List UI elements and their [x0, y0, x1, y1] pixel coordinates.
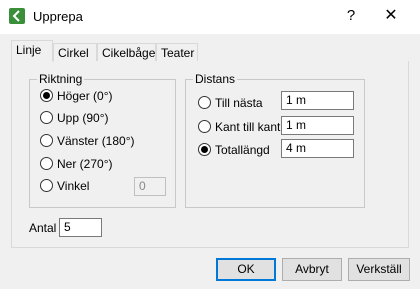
radio-right[interactable]: Höger (0°): [40, 88, 170, 104]
tab-label: Linje: [16, 43, 42, 57]
direction-group-label: Riktning: [37, 72, 85, 86]
radio-label: Totallängd: [215, 143, 270, 157]
app-icon: [9, 8, 25, 24]
angle-input[interactable]: 0: [134, 177, 166, 196]
count-label: Antal: [29, 221, 57, 235]
radio-down[interactable]: Ner (270°): [40, 156, 170, 172]
apply-button[interactable]: Verkställ: [348, 258, 410, 281]
edge-to-edge-input[interactable]: 1 m: [281, 116, 354, 135]
close-button[interactable]: ✕: [382, 6, 400, 26]
radio-button[interactable]: [40, 111, 53, 124]
radio-button[interactable]: [40, 179, 53, 192]
radio-label: Höger (0°): [57, 89, 113, 103]
radio-label: Vänster (180°): [57, 134, 135, 148]
tab-label: Cikelbåge: [102, 46, 156, 60]
tab-cirkel[interactable]: Cirkel: [53, 43, 97, 61]
radio-button[interactable]: [40, 157, 53, 170]
cancel-button[interactable]: Avbryt: [282, 258, 342, 281]
radio-left[interactable]: Vänster (180°): [40, 133, 170, 149]
radio-label: Ner (270°): [57, 157, 113, 171]
radio-edge-to-edge[interactable]: Kant till kant: [198, 119, 281, 135]
help-button[interactable]: ?: [343, 7, 359, 25]
to-next-input[interactable]: 1 m: [281, 91, 354, 110]
tab-linje[interactable]: Linje: [11, 40, 53, 62]
tab-label: Teater: [161, 46, 195, 60]
radio-button[interactable]: [198, 143, 211, 156]
radio-button[interactable]: [198, 120, 211, 133]
radio-label: Till nästa: [215, 96, 263, 110]
radio-angle[interactable]: Vinkel: [40, 178, 120, 194]
radio-label: Upp (90°): [57, 111, 109, 125]
radio-button[interactable]: [40, 134, 53, 147]
radio-button[interactable]: [40, 89, 53, 102]
radio-label: Vinkel: [57, 179, 90, 193]
tab-label: Cirkel: [58, 46, 89, 60]
radio-total-length[interactable]: Totallängd: [198, 142, 278, 158]
tab-teater[interactable]: Teater: [156, 43, 198, 61]
count-input[interactable]: 5: [59, 218, 102, 237]
window-title: Upprepa: [33, 9, 83, 24]
tab-cikelbage[interactable]: Cikelbåge: [97, 43, 156, 61]
radio-label: Kant till kant: [215, 120, 281, 134]
distance-group-label: Distans: [193, 72, 238, 86]
ok-button[interactable]: OK: [216, 258, 276, 281]
radio-button[interactable]: [198, 96, 211, 109]
radio-to-next[interactable]: Till nästa: [198, 95, 278, 111]
radio-up[interactable]: Upp (90°): [40, 110, 170, 126]
total-length-input[interactable]: 4 m: [281, 139, 354, 158]
